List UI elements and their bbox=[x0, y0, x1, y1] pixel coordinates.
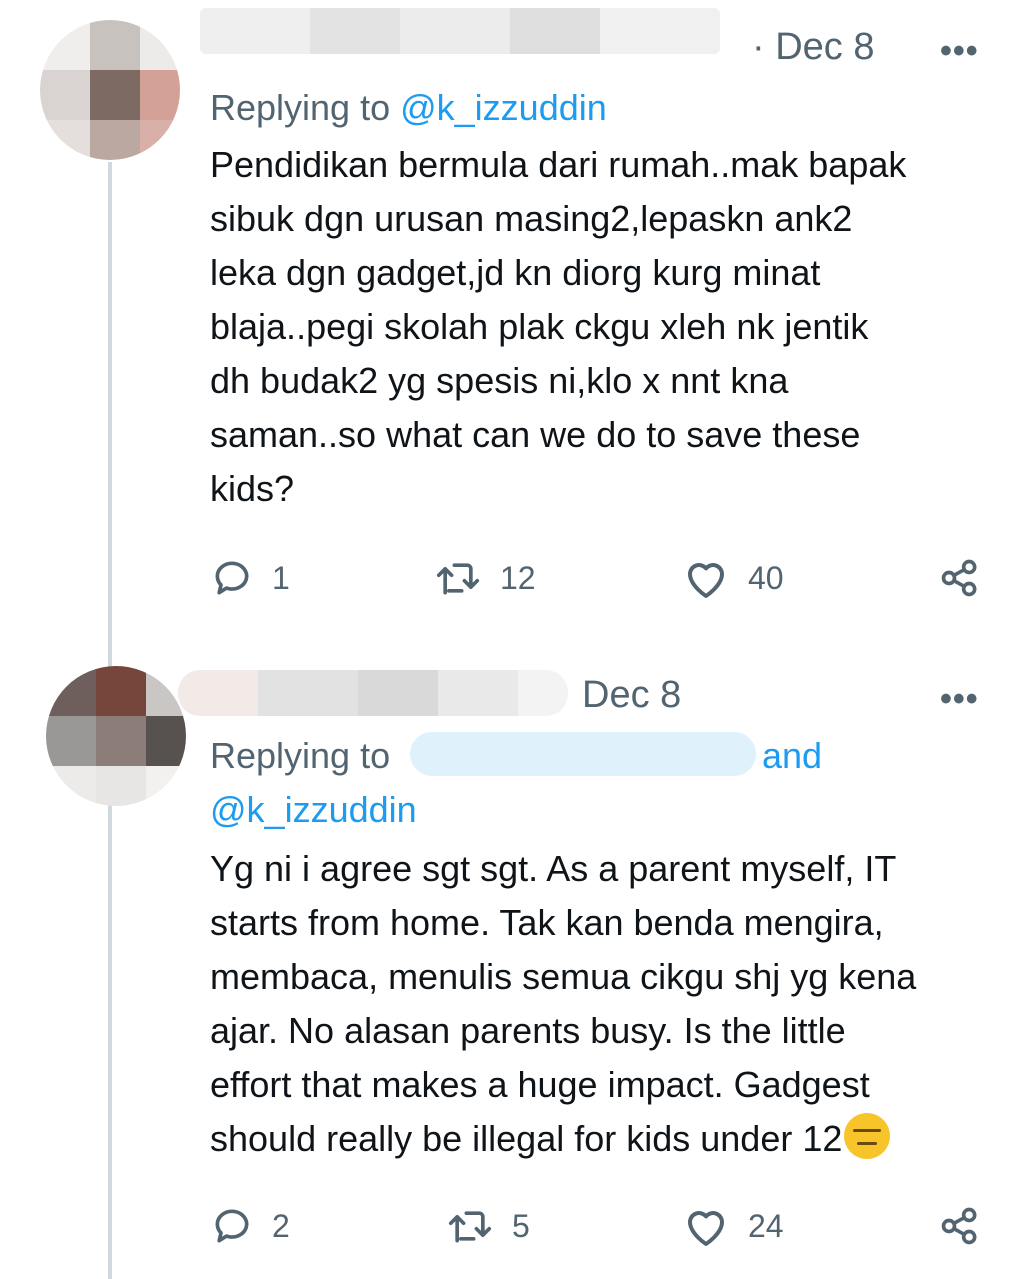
retweet-icon bbox=[434, 556, 482, 600]
like-count: 40 bbox=[748, 559, 784, 596]
avatar[interactable] bbox=[40, 20, 180, 160]
share-icon bbox=[938, 1204, 982, 1248]
tweet-2[interactable]: Dec 8 ••• Replying to and @k_izzuddin Yg… bbox=[0, 640, 1031, 1279]
retweet-count: 12 bbox=[500, 559, 536, 596]
tweet-text: Yg ni i agree sgt sgt. As a parent mysel… bbox=[210, 842, 1000, 1166]
share-button[interactable] bbox=[938, 556, 982, 600]
retweet-button[interactable]: 5 bbox=[446, 1204, 530, 1248]
retweet-button[interactable]: 12 bbox=[434, 556, 536, 600]
tweet-date[interactable]: · Dec 8 bbox=[752, 28, 874, 66]
mention-redacted bbox=[410, 732, 756, 776]
replying-to-and: and bbox=[762, 732, 822, 781]
username-redacted bbox=[178, 670, 568, 716]
share-icon bbox=[938, 556, 982, 600]
replying-to: Replying to bbox=[210, 732, 390, 781]
more-options-icon[interactable]: ••• bbox=[940, 682, 979, 716]
replying-and: and bbox=[762, 735, 823, 776]
tweet-date[interactable]: Dec 8 bbox=[582, 676, 681, 714]
tweet-text-content: Yg ni i agree sgt sgt. As a parent mysel… bbox=[210, 848, 917, 1159]
mention-link[interactable]: @k_izzuddin bbox=[400, 87, 607, 128]
tweet-actions: 2 5 24 bbox=[210, 1204, 990, 1254]
like-count: 24 bbox=[748, 1207, 784, 1244]
tweet-text: Pendidikan bermula dari rumah..mak bapak… bbox=[210, 144, 907, 509]
reply-count: 2 bbox=[272, 1207, 290, 1244]
more-options-icon[interactable]: ••• bbox=[940, 34, 979, 68]
tweet-actions: 1 12 40 bbox=[210, 556, 990, 606]
replying-to: Replying to @k_izzuddin bbox=[210, 84, 607, 133]
username-redacted bbox=[200, 8, 720, 54]
replying-to-handle: @k_izzuddin bbox=[210, 786, 417, 835]
share-button[interactable] bbox=[938, 1204, 982, 1248]
reply-icon bbox=[210, 556, 254, 600]
reply-button[interactable]: 2 bbox=[210, 1204, 290, 1248]
reply-count: 1 bbox=[272, 559, 290, 596]
replying-to-label: Replying to bbox=[210, 735, 391, 776]
retweet-icon bbox=[446, 1204, 494, 1248]
heart-icon bbox=[682, 556, 730, 600]
reply-button[interactable]: 1 bbox=[210, 556, 290, 600]
reply-icon bbox=[210, 1204, 254, 1248]
heart-icon bbox=[682, 1204, 730, 1248]
mention-link[interactable]: @k_izzuddin bbox=[210, 789, 417, 830]
like-button[interactable]: 40 bbox=[682, 556, 784, 600]
expressionless-face-emoji bbox=[844, 1113, 891, 1159]
retweet-count: 5 bbox=[512, 1207, 530, 1244]
like-button[interactable]: 24 bbox=[682, 1204, 784, 1248]
avatar[interactable] bbox=[46, 666, 186, 806]
tweet-1[interactable]: · Dec 8 ••• Replying to @k_izzuddin Pend… bbox=[0, 0, 1031, 640]
replying-to-label: Replying to bbox=[210, 87, 401, 128]
